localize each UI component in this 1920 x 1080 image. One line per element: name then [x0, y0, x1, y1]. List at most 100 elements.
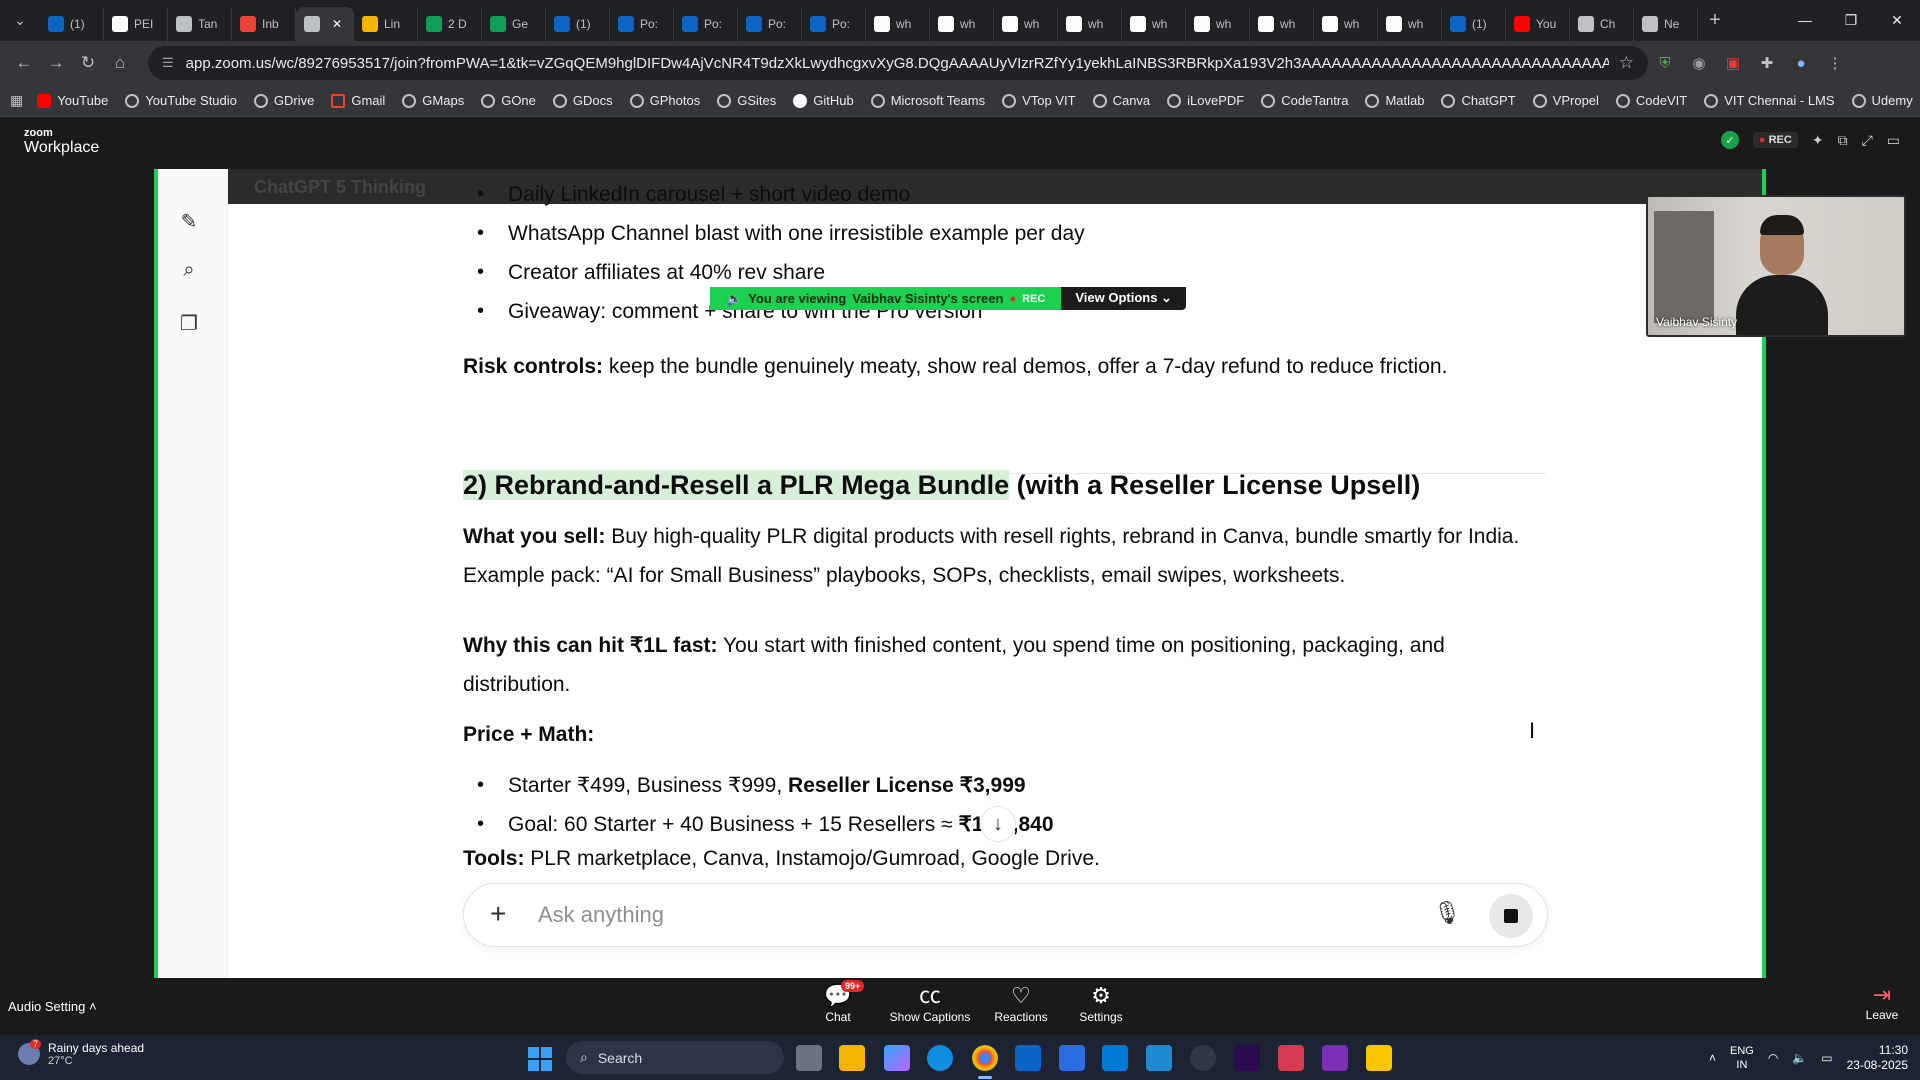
- browser-tab[interactable]: wh: [1250, 6, 1314, 41]
- forward-button[interactable]: →: [40, 53, 72, 73]
- wifi-icon[interactable]: ◠: [1768, 1051, 1778, 1065]
- bookmark-item[interactable]: iLovePDF: [1167, 93, 1244, 108]
- bookmark-item[interactable]: CodeTantra: [1261, 93, 1348, 108]
- browser-tab[interactable]: Ne: [1634, 6, 1698, 41]
- obs-icon[interactable]: [1190, 1045, 1216, 1071]
- apps-grid-icon[interactable]: ▦: [10, 92, 23, 109]
- premiere-pro-icon[interactable]: [1234, 1045, 1260, 1071]
- browser-tab[interactable]: Po:: [674, 6, 738, 41]
- shield-extension-icon[interactable]: ⛨: [1648, 55, 1682, 72]
- chat-input-placeholder[interactable]: Ask anything: [538, 902, 664, 928]
- close-tab-icon[interactable]: ✕: [332, 17, 342, 31]
- bookmark-item[interactable]: Udemy: [1851, 93, 1913, 108]
- audio-setting-button[interactable]: Audio Setting ˄: [8, 999, 97, 1014]
- chrome-menu-icon[interactable]: ⋮: [1818, 54, 1852, 72]
- browser-tab[interactable]: wh: [1058, 6, 1122, 41]
- browser-tab[interactable]: wh: [1122, 6, 1186, 41]
- camera-extension-icon[interactable]: ◉: [1682, 54, 1716, 72]
- bookmark-item[interactable]: VIT Chennai - LMS: [1704, 93, 1835, 108]
- bookmark-item[interactable]: CodeVIT: [1615, 93, 1687, 108]
- bookmark-item[interactable]: GitHub: [793, 93, 854, 108]
- taskbar-search[interactable]: ⌕ Search: [566, 1041, 784, 1074]
- view-options-button[interactable]: View Options ⌄: [1061, 287, 1186, 310]
- stop-generating-button[interactable]: [1489, 894, 1533, 938]
- vscode-icon[interactable]: [1146, 1045, 1172, 1071]
- bookmark-item[interactable]: GDocs: [552, 93, 613, 108]
- onenote-icon[interactable]: [1322, 1045, 1348, 1071]
- bookmark-item[interactable]: Matlab: [1365, 93, 1424, 108]
- participant-video-tile[interactable]: Vaibhav Sisinty: [1646, 195, 1906, 337]
- start-button[interactable]: [528, 1047, 552, 1071]
- scroll-down-button[interactable]: ↓: [980, 806, 1016, 842]
- battery-icon[interactable]: ▭: [1821, 1051, 1832, 1065]
- tray-overflow-icon[interactable]: ˄: [1709, 1051, 1716, 1065]
- profile-avatar[interactable]: ●: [1784, 55, 1818, 72]
- minimize-button[interactable]: —: [1782, 12, 1828, 29]
- copilot-icon[interactable]: [884, 1045, 910, 1071]
- chrome-icon[interactable]: [972, 1045, 998, 1071]
- leave-button[interactable]: ⇥ Leave: [1862, 982, 1902, 1022]
- attach-plus-icon[interactable]: +: [490, 898, 506, 930]
- home-icon[interactable]: ⌂: [104, 53, 136, 73]
- bookmark-item[interactable]: GMaps: [402, 93, 464, 108]
- clock[interactable]: 11:30 23-08-2025: [1847, 1043, 1908, 1073]
- volume-icon[interactable]: 🔈: [1792, 1051, 1807, 1065]
- fullscreen-icon[interactable]: ⤢: [1862, 132, 1873, 149]
- weather-widget[interactable]: 7 Rainy days ahead 27°C: [18, 1039, 144, 1067]
- browser-tab[interactable]: ✕: [296, 6, 354, 41]
- browser-tab[interactable]: Po:: [802, 6, 866, 41]
- browser-tab[interactable]: Lin: [354, 6, 418, 41]
- pocket-extension-icon[interactable]: ▣: [1716, 54, 1750, 72]
- bookmark-item[interactable]: VTop VIT: [1002, 93, 1076, 108]
- chat-button[interactable]: 💬 99+ Chat: [793, 980, 883, 1024]
- site-info-icon[interactable]: ☰: [162, 55, 174, 71]
- language-indicator[interactable]: ENG IN: [1730, 1044, 1754, 1072]
- encryption-shield-icon[interactable]: ✓: [1720, 131, 1739, 149]
- store-icon[interactable]: [1059, 1045, 1085, 1071]
- chat-input-box[interactable]: + Ask anything 🎙: [463, 883, 1548, 947]
- search-icon[interactable]: ⌕: [176, 259, 202, 285]
- bookmark-item[interactable]: YouTube: [37, 93, 108, 108]
- bookmark-item[interactable]: YouTube Studio: [125, 93, 237, 108]
- bookmark-item[interactable]: ChatGPT: [1441, 93, 1516, 108]
- browser-tab[interactable]: wh: [994, 6, 1058, 41]
- bookmark-star-icon[interactable]: ☆: [1619, 53, 1634, 73]
- browser-tab[interactable]: Ch: [1570, 6, 1634, 41]
- bookmark-item[interactable]: GOne: [481, 93, 536, 108]
- tab-search-button[interactable]: ⌄: [0, 0, 40, 41]
- bookmark-item[interactable]: VPropel: [1532, 93, 1599, 108]
- browser-tab[interactable]: Tan: [168, 6, 232, 41]
- browser-tab[interactable]: Ge: [482, 6, 546, 41]
- gallery-view-icon[interactable]: ⧉: [1838, 132, 1848, 149]
- bookmark-item[interactable]: Microsoft Teams: [870, 93, 985, 108]
- task-view-icon[interactable]: [796, 1045, 822, 1071]
- browser-tab[interactable]: (1): [1442, 6, 1506, 41]
- sticky-notes-icon[interactable]: [1366, 1045, 1392, 1071]
- browser-tab[interactable]: (1): [546, 6, 610, 41]
- close-window-button[interactable]: ✕: [1874, 12, 1920, 29]
- sparkle-ai-icon[interactable]: ✦: [1812, 132, 1824, 149]
- new-tab-button[interactable]: +: [1698, 9, 1732, 32]
- browser-tab[interactable]: You: [1506, 6, 1570, 41]
- browser-tab[interactable]: 2 D: [418, 6, 482, 41]
- restore-button[interactable]: ❐: [1828, 12, 1874, 29]
- browser-tab[interactable]: PEI: [104, 6, 168, 41]
- browser-tab[interactable]: Inb: [232, 6, 296, 41]
- bookmark-item[interactable]: GSites: [717, 93, 776, 108]
- minimize-video-icon[interactable]: ▭: [1887, 132, 1900, 149]
- outlook-icon[interactable]: [1015, 1045, 1041, 1071]
- file-explorer-icon[interactable]: [839, 1045, 865, 1071]
- remote-desktop-icon[interactable]: [1102, 1045, 1128, 1071]
- microphone-icon[interactable]: 🎙: [1433, 900, 1461, 926]
- extensions-puzzle-icon[interactable]: ✚: [1750, 54, 1784, 72]
- snipping-tool-icon[interactable]: [1278, 1045, 1304, 1071]
- edge-icon[interactable]: [927, 1045, 953, 1071]
- browser-tab[interactable]: wh: [930, 6, 994, 41]
- browser-tab[interactable]: wh: [1186, 6, 1250, 41]
- back-button[interactable]: ←: [8, 53, 40, 73]
- browser-tab[interactable]: wh: [1314, 6, 1378, 41]
- reactions-button[interactable]: ♡ Reactions: [976, 982, 1066, 1024]
- browser-tab[interactable]: Po:: [738, 6, 802, 41]
- address-bar[interactable]: ☰ app.zoom.us/wc/89276953517/join?fromPW…: [148, 46, 1648, 80]
- bookmark-item[interactable]: Gmail: [331, 93, 385, 108]
